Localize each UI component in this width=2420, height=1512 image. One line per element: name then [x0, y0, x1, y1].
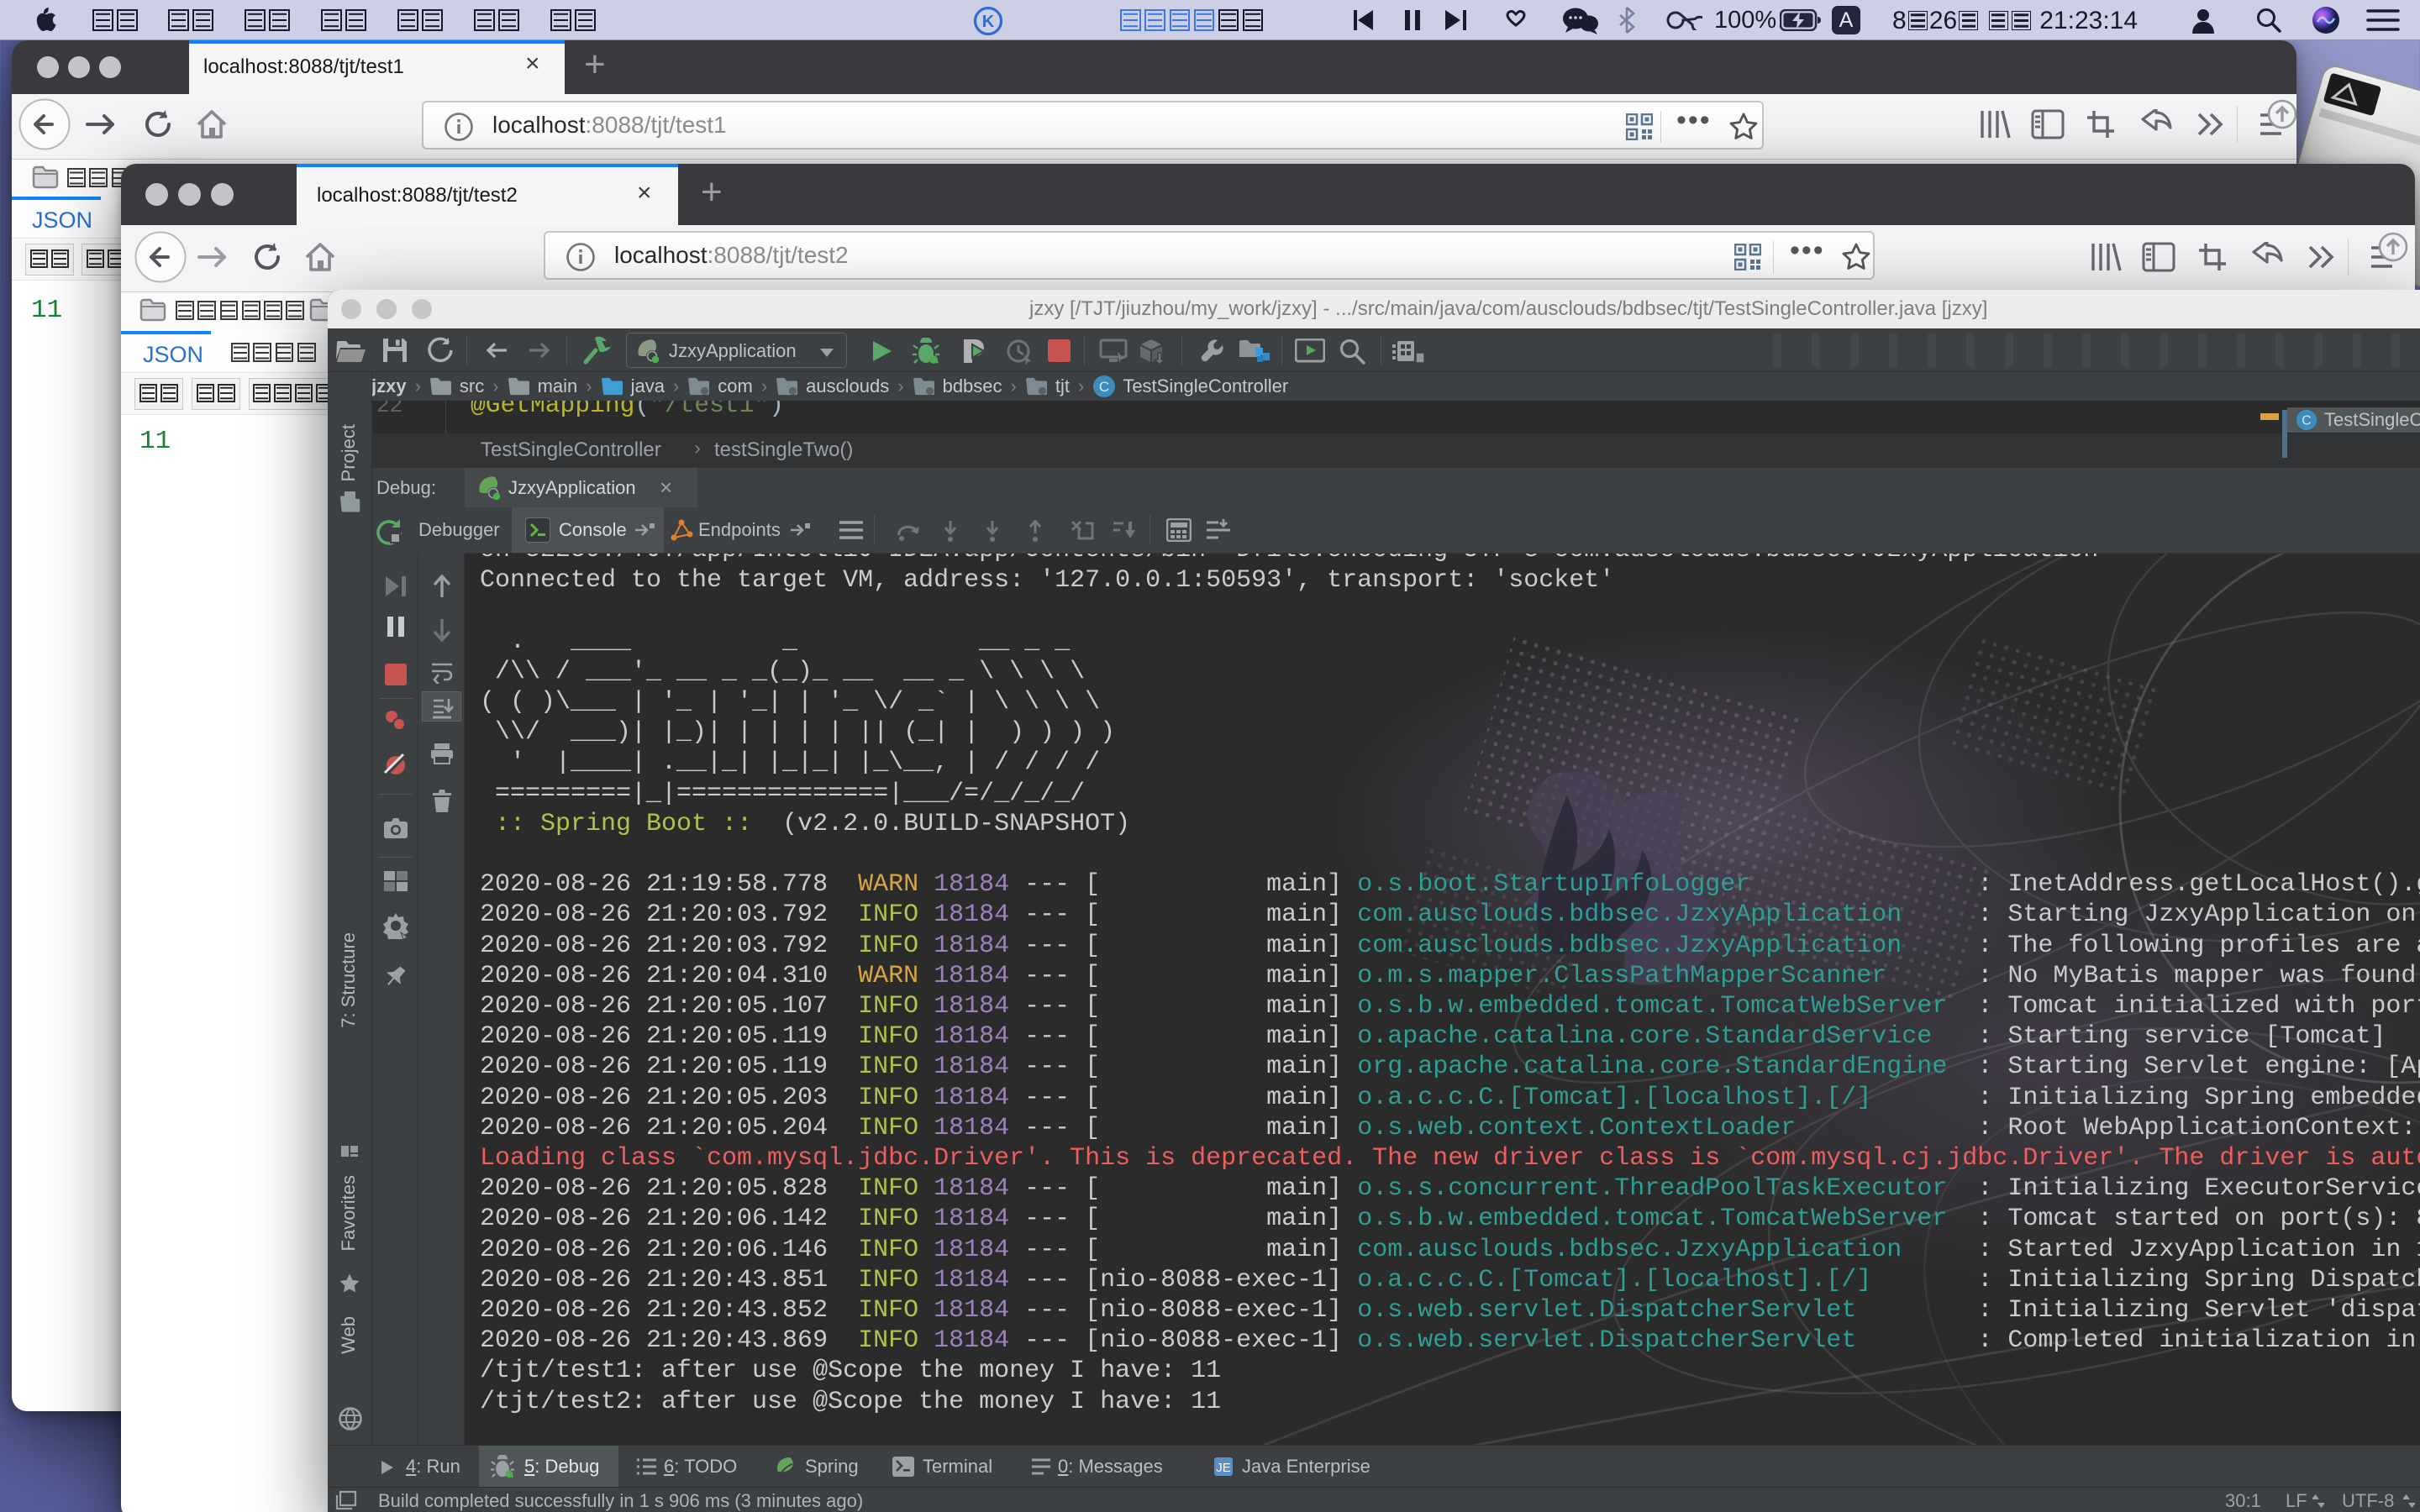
- svg-text:C: C: [2302, 414, 2311, 428]
- svg-text:JE: JE: [1216, 1461, 1231, 1475]
- svg-text:K: K: [982, 13, 995, 31]
- svg-text:C: C: [1099, 379, 1109, 395]
